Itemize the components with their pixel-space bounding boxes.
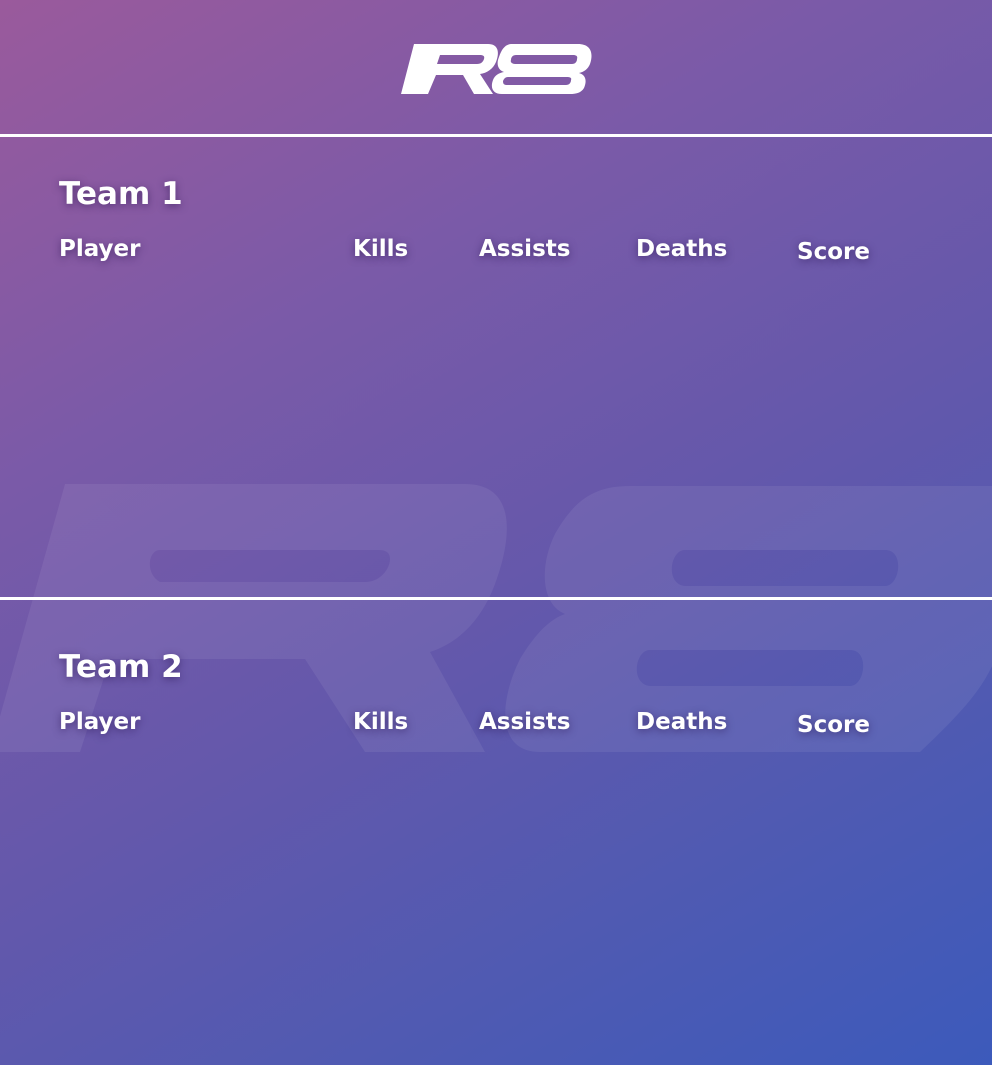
team-1-section: Team 1 Player Kills Assists Deaths Score [0, 137, 992, 597]
column-header-score: Score [797, 239, 870, 265]
header [0, 0, 992, 134]
r8-logo [401, 44, 592, 94]
team-title: Team 2 [59, 649, 183, 685]
column-header-deaths: Deaths [636, 709, 728, 735]
column-header-assists: Assists [479, 709, 571, 735]
team-2-section: Team 2 Player Kills Assists Deaths Score [0, 600, 992, 1065]
column-header-player: Player [59, 709, 141, 735]
column-header-player: Player [59, 236, 141, 262]
column-header-score: Score [797, 712, 870, 738]
team-title: Team 1 [59, 176, 183, 212]
scoreboard-page: Team 1 Player Kills Assists Deaths Score… [0, 0, 992, 1065]
column-header-assists: Assists [479, 236, 571, 262]
column-header-kills: Kills [353, 709, 409, 735]
column-header-kills: Kills [353, 236, 409, 262]
column-header-deaths: Deaths [636, 236, 728, 262]
